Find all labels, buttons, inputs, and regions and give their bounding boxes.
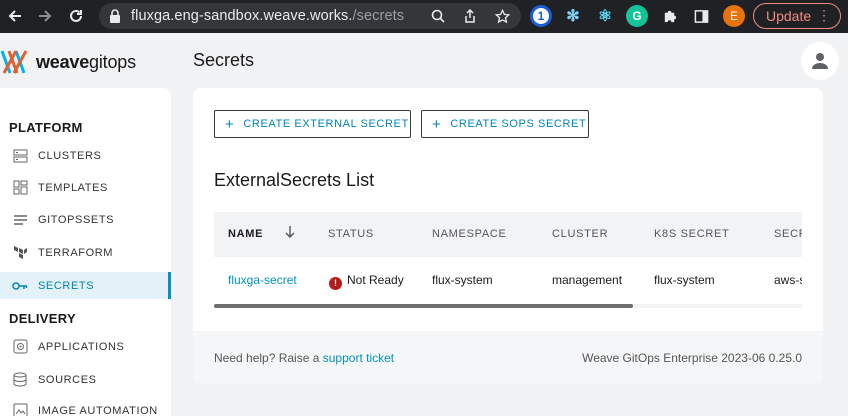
plus-icon: + — [225, 115, 235, 133]
logo-text: weavegitops — [36, 52, 136, 73]
support-ticket-link[interactable]: support ticket — [323, 351, 394, 365]
forward-button[interactable] — [32, 3, 58, 29]
sidebar-item-gitopssets[interactable]: GITOPSSETS — [0, 206, 171, 233]
forward-arrow-icon — [39, 10, 52, 22]
secret-store-cell: aws-s — [774, 273, 802, 287]
sidebar-item-applications[interactable]: APPLICATIONS — [0, 333, 171, 360]
image-automation-icon — [12, 403, 28, 416]
reload-icon — [70, 9, 82, 22]
column-header-k8s-secret[interactable]: K8S SECRET — [654, 228, 729, 240]
table-header: NAME STATUS NAMESPACE CLUSTER K8S SECRET… — [214, 212, 802, 257]
sidebar-item-label: CLUSTERS — [38, 149, 102, 162]
table-row: fluxga-secret ! Not Ready flux-system man… — [214, 257, 802, 305]
help-prefix: Need help? Raise a — [214, 351, 320, 365]
gitopssets-icon — [12, 212, 28, 228]
version-text: Weave GitOps Enterprise 2023-06 0.25.0 — [582, 351, 802, 365]
snowflake-extension-icon[interactable]: ✻ — [562, 5, 584, 27]
weave-gitops-logo[interactable]: weavegitops — [0, 44, 136, 80]
terraform-icon — [12, 245, 28, 261]
create-external-secret-button[interactable]: + CREATE EXTERNAL SECRET — [214, 110, 411, 138]
k8s-secret-cell: flux-system — [654, 273, 715, 287]
footer: Need help? Raise a support ticket Weave … — [193, 331, 823, 384]
column-header-namespace[interactable]: NAMESPACE — [432, 228, 507, 240]
status-cell: ! Not Ready — [329, 273, 404, 290]
zoom-icon[interactable] — [429, 7, 447, 25]
sidebar-item-label: GITOPSSETS — [38, 213, 115, 226]
user-account-button[interactable] — [801, 42, 839, 80]
update-label: Update — [766, 8, 812, 24]
sidebar: PLATFORM CLUSTERS TEMPLATES GITOPSSETS T… — [0, 88, 171, 416]
clusters-icon — [12, 148, 28, 164]
sidebar-item-clusters[interactable]: CLUSTERS — [0, 142, 171, 169]
back-arrow-icon — [8, 10, 21, 22]
sidebar-item-label: APPLICATIONS — [38, 340, 125, 353]
url-text: fluxga.eng-sandbox.weave.works./secrets — [131, 8, 404, 24]
horizontal-scrollbar-thumb[interactable] — [214, 304, 633, 308]
react-devtools-extension-icon[interactable]: ⚛ — [594, 5, 616, 27]
error-icon: ! — [329, 277, 342, 290]
sidebar-item-label: SOURCES — [38, 373, 97, 386]
plus-icon: + — [432, 115, 442, 133]
column-header-status[interactable]: STATUS — [328, 228, 374, 240]
password-manager-extension-icon[interactable]: 1 — [530, 5, 552, 27]
secret-name-link[interactable]: fluxga-secret — [228, 273, 297, 287]
address-bar[interactable]: fluxga.eng-sandbox.weave.works./secrets — [99, 3, 521, 29]
key-icon — [12, 278, 28, 294]
sidebar-item-templates[interactable]: TEMPLATES — [0, 174, 171, 201]
share-icon[interactable] — [461, 7, 479, 25]
create-sops-secret-label: CREATE SOPS SECRET — [450, 118, 587, 130]
weave-logo-icon — [0, 50, 28, 74]
reload-button[interactable] — [63, 3, 89, 29]
more-vert-icon: ⋮ — [817, 7, 831, 23]
help-text: Need help? Raise a support ticket — [214, 351, 394, 365]
lock-icon — [110, 9, 120, 23]
create-sops-secret-button[interactable]: + CREATE SOPS SECRET — [421, 110, 589, 138]
platform-section-title: PLATFORM — [9, 120, 83, 135]
sidebar-item-sources[interactable]: SOURCES — [0, 366, 171, 393]
back-button[interactable] — [2, 3, 28, 29]
column-header-cluster[interactable]: CLUSTER — [552, 228, 608, 240]
namespace-cell: flux-system — [432, 273, 493, 287]
external-secrets-table: NAME STATUS NAMESPACE CLUSTER K8S SECRET… — [214, 212, 802, 306]
secrets-card: + CREATE EXTERNAL SECRET + CREATE SOPS S… — [193, 88, 823, 384]
column-header-secret-store[interactable]: SECR — [774, 228, 802, 240]
sidebar-item-label: IMAGE AUTOMATION — [38, 404, 158, 416]
puzzle-extensions-icon[interactable] — [658, 5, 680, 27]
applications-icon — [12, 339, 28, 355]
sidebar-item-label: TEMPLATES — [38, 181, 108, 194]
side-panel-icon[interactable] — [690, 5, 712, 27]
url-path: /secrets — [352, 8, 405, 24]
update-button[interactable]: Update ⋮ — [753, 3, 841, 29]
column-header-name[interactable]: NAME — [228, 228, 263, 240]
sources-icon — [12, 372, 28, 388]
create-external-secret-label: CREATE EXTERNAL SECRET — [243, 118, 409, 130]
profile-avatar[interactable]: E — [723, 5, 745, 27]
logo-text-light: gitops — [89, 51, 136, 72]
sidebar-item-label: SECRETS — [38, 279, 95, 292]
cluster-cell: management — [552, 273, 623, 287]
sidebar-item-secrets[interactable]: SECRETS — [0, 272, 171, 299]
sidebar-item-image-automation[interactable]: IMAGE AUTOMATION — [0, 397, 171, 416]
sidebar-item-label: TERRAFORM — [38, 246, 114, 259]
browser-toolbar: fluxga.eng-sandbox.weave.works./secrets … — [0, 0, 848, 33]
status-text: Not Ready — [347, 273, 404, 287]
list-title: ExternalSecrets List — [214, 170, 375, 190]
delivery-section-title: DELIVERY — [9, 311, 76, 326]
logo-text-bold: weave — [36, 51, 90, 72]
templates-icon — [12, 180, 28, 196]
person-icon — [812, 53, 828, 69]
url-host: fluxga.eng-sandbox.weave.works. — [131, 8, 353, 24]
sidebar-item-terraform[interactable]: TERRAFORM — [0, 239, 171, 266]
arrow-down-icon[interactable] — [284, 225, 296, 242]
page-title: Secrets — [193, 50, 255, 70]
grammarly-extension-icon[interactable]: G — [626, 5, 648, 27]
bookmark-star-icon[interactable] — [493, 7, 511, 25]
